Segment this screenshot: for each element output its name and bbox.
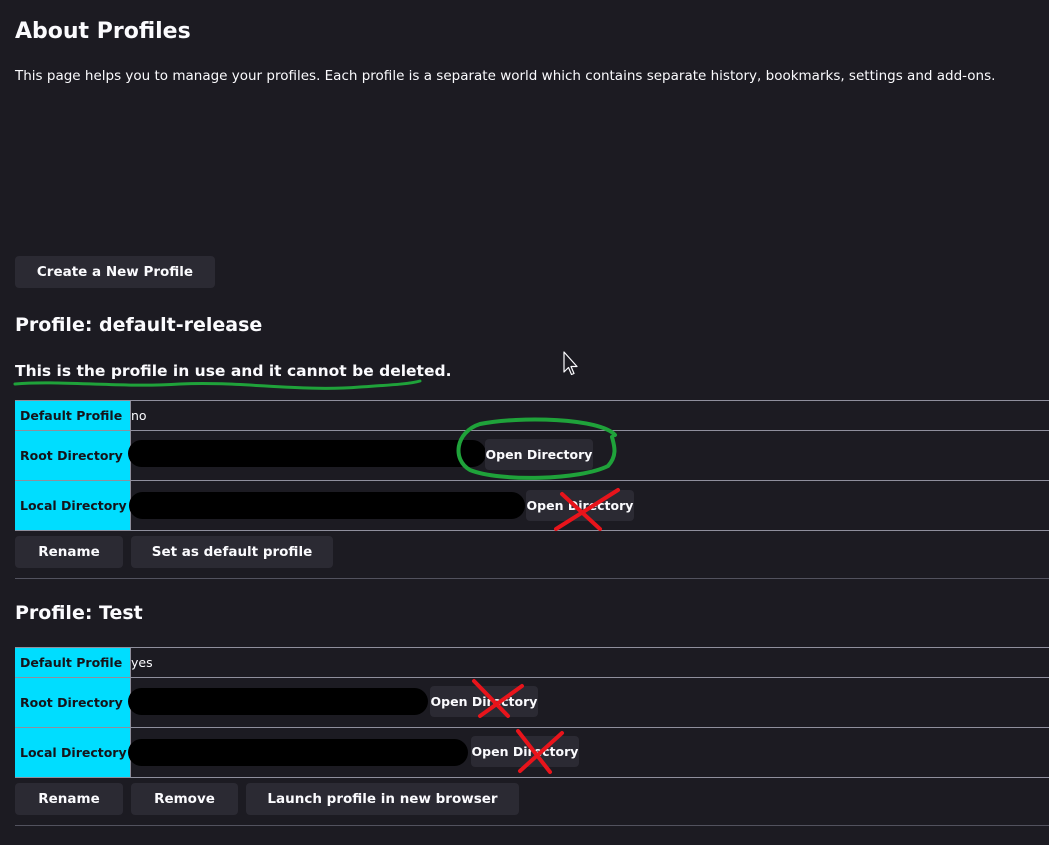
local-directory-label: Local Directory: [15, 728, 131, 777]
root-directory-row: Root Directory Open Directory: [15, 431, 1049, 481]
rename-button[interactable]: Rename: [15, 536, 123, 568]
root-directory-label: Root Directory: [15, 431, 131, 480]
redacted-path: [128, 739, 468, 766]
profile-heading-default-release: Profile: default-release: [15, 314, 263, 336]
mouse-cursor-icon: [563, 351, 578, 376]
root-directory-label: Root Directory: [15, 678, 131, 727]
redacted-path: [128, 440, 486, 467]
root-directory-row: Root Directory Open Directory: [15, 678, 1049, 728]
green-underline-mark: [13, 379, 422, 390]
default-profile-value: no: [131, 408, 147, 423]
profile-table-default-release: Default Profile no Root Directory Open D…: [15, 400, 1049, 531]
profile-in-use-note: This is the profile in use and it cannot…: [15, 362, 452, 380]
page-description: This page helps you to manage your profi…: [15, 68, 996, 84]
profile-table-test: Default Profile yes Root Directory Open …: [15, 647, 1049, 778]
redacted-path: [129, 492, 525, 519]
local-directory-label: Local Directory: [15, 481, 131, 530]
open-root-directory-button[interactable]: Open Directory: [485, 439, 593, 470]
default-profile-row: Default Profile yes: [15, 648, 1049, 678]
open-local-directory-button[interactable]: Open Directory: [526, 490, 634, 521]
set-default-profile-button[interactable]: Set as default profile: [131, 536, 333, 568]
section-divider: [15, 578, 1049, 579]
local-directory-row: Local Directory Open Directory: [15, 728, 1049, 778]
default-profile-label: Default Profile: [15, 648, 131, 677]
local-directory-row: Local Directory Open Directory: [15, 481, 1049, 531]
open-root-directory-button[interactable]: Open Directory: [430, 686, 538, 717]
create-new-profile-button[interactable]: Create a New Profile: [15, 256, 215, 288]
default-profile-value: yes: [131, 655, 153, 670]
page-title: About Profiles: [15, 19, 191, 44]
default-profile-row: Default Profile no: [15, 401, 1049, 431]
rename-button[interactable]: Rename: [15, 783, 123, 815]
profile-heading-test: Profile: Test: [15, 602, 143, 624]
redacted-path: [128, 688, 428, 715]
section-divider: [15, 825, 1049, 826]
open-local-directory-button[interactable]: Open Directory: [471, 736, 579, 767]
launch-profile-button[interactable]: Launch profile in new browser: [246, 783, 519, 815]
default-profile-label: Default Profile: [15, 401, 131, 430]
remove-button[interactable]: Remove: [131, 783, 238, 815]
